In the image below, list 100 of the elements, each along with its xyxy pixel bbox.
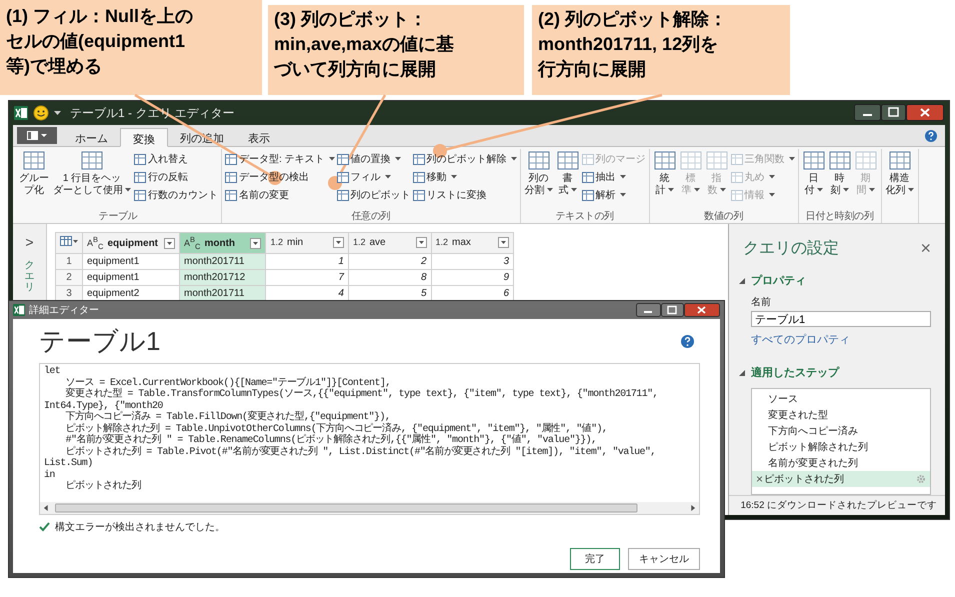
code-editor[interactable] <box>39 363 700 515</box>
grid-icon <box>336 172 349 182</box>
table-cell: 3 <box>431 253 514 270</box>
step-label: ピボット解除された列 <box>767 441 868 454</box>
file-menu-button[interactable] <box>17 127 57 144</box>
table-cell: equipment1 <box>82 253 180 270</box>
ribbon-button[interactable]: 統 計 <box>652 149 677 209</box>
step-item[interactable]: ピボット解除された列 <box>752 439 930 456</box>
ribbon-button[interactable]: 構造 化列 <box>884 149 915 223</box>
caret-icon <box>125 188 131 192</box>
step-item[interactable]: 名前が変更された列 <box>752 455 930 472</box>
ribbon-tab[interactable]: 変換 <box>120 128 168 147</box>
help-icon[interactable] <box>681 334 694 348</box>
grid-icon <box>134 172 146 182</box>
code-line: ピボットされた列 <box>64 481 142 492</box>
table-cell: 9 <box>431 269 514 286</box>
panel-title: クエリの設定 <box>743 238 839 259</box>
code-line: 下方向へコピー済み = Table.FillDown(変更された型,{"equipment"}), <box>64 412 390 423</box>
ribbon-button[interactable]: データ型: テキスト <box>225 151 335 167</box>
ribbon-button[interactable]: 列の 分割 <box>524 149 554 209</box>
expand-button[interactable]: > <box>25 234 34 250</box>
ribbon-button[interactable]: 解析 <box>582 187 646 203</box>
caret-icon <box>768 175 775 179</box>
column-header[interactable]: 1.2 min <box>266 232 348 254</box>
grid-icon <box>412 172 425 182</box>
step-item[interactable]: 変更された型 <box>752 407 930 424</box>
ribbon-button[interactable]: 名前の変更 <box>225 187 335 203</box>
ribbon-button[interactable]: 入れ替え <box>134 151 218 167</box>
ribbon-button[interactable]: 1 行目をヘッ ダーとして使用 <box>52 149 132 209</box>
ribbon-tab[interactable]: 表示 <box>236 128 282 147</box>
step-label: 下方向へコピー済み <box>767 424 858 438</box>
caret-icon <box>546 188 553 192</box>
caret-icon <box>788 157 795 161</box>
ribbon-button[interactable]: 行の反転 <box>134 169 218 185</box>
field-label: 名前 <box>751 296 772 309</box>
step-item[interactable]: ×ピボットされた列 <box>752 471 930 488</box>
grid-icon <box>854 151 877 171</box>
step-label: ソース <box>767 393 798 406</box>
ribbon-button[interactable]: グルー プ化 <box>18 149 50 209</box>
ribbon-button[interactable]: 列のピボット <box>336 187 411 203</box>
column-header[interactable]: A$^{B}$$_{C}$ month <box>180 232 266 254</box>
code-line: in <box>44 470 56 481</box>
caret-icon <box>450 175 457 179</box>
table-icon <box>60 236 78 246</box>
code-line: ピボット解除された列 = Table.UnpivotOtherColumns(下方向へコピー済み, {"equipment", "item"}, "属性", "値"), <box>64 424 608 434</box>
callout-note: (1) フィル：Nullを上の セルの値(equipment1 等)で埋める <box>0 0 262 95</box>
step-label: 名前が変更された列 <box>767 456 858 470</box>
caret-icon[interactable] <box>54 110 61 116</box>
window-title: テーブル1 - クエリ エディター <box>70 104 235 122</box>
name-input[interactable]: テーブル1 <box>751 311 931 328</box>
ribbon-button[interactable]: 時 刻 <box>828 149 852 209</box>
help-icon[interactable] <box>925 130 937 142</box>
smiley-icon[interactable] <box>33 105 49 121</box>
table-cell: 8 <box>348 269 431 286</box>
collapse-triangle-icon[interactable] <box>739 278 745 284</box>
window-controls-drawing[interactable] <box>854 104 944 122</box>
horizontal-scrollbar[interactable] <box>40 502 699 514</box>
caret-icon <box>328 157 335 161</box>
step-item[interactable]: 下方向へコピー済み <box>752 423 930 440</box>
column-header[interactable]: A$^{B}$$_{C}$ equipment <box>82 232 180 254</box>
all-properties-link[interactable]: すべてのプロパティ <box>751 332 945 348</box>
dialog-button[interactable]: 完了 <box>570 548 620 570</box>
ribbon-tab[interactable]: ホーム <box>63 128 120 147</box>
section-heading: 適用したステップ <box>751 366 839 380</box>
table-menu-button[interactable] <box>56 232 82 254</box>
ribbon-button[interactable]: 行数のカウント <box>134 187 218 203</box>
dialog-title: 詳細エディター <box>29 304 99 317</box>
ribbon-button[interactable]: 抽出 <box>582 169 646 185</box>
step-item[interactable]: ソース <box>752 391 930 408</box>
ribbon-button[interactable]: 書 式 <box>556 149 580 209</box>
grid-icon <box>582 190 594 200</box>
caret-icon <box>694 188 700 192</box>
window-controls-drawing[interactable] <box>636 302 720 318</box>
spreadsheet-app-icon <box>13 304 25 316</box>
grid-icon <box>336 190 349 200</box>
table-cell: 2 <box>348 253 431 270</box>
grid-icon <box>680 151 702 171</box>
column-header[interactable]: 1.2 max <box>431 232 514 254</box>
grid-icon <box>556 151 579 171</box>
spreadsheet-app-icon <box>14 106 28 120</box>
ribbon-button[interactable]: リストに変換 <box>412 187 517 203</box>
caret-icon <box>620 193 626 197</box>
code-line: ソース = Excel.CurrentWorkbook(){[Name="テーブル1"]}[Content], <box>64 378 392 388</box>
caret-icon <box>842 188 849 192</box>
ribbon-button[interactable]: 日 付 <box>802 149 826 209</box>
dialog-button[interactable]: キャンセル <box>628 548 700 570</box>
step-label: ピボットされた列 <box>764 473 844 486</box>
close-button[interactable]: × <box>920 238 931 259</box>
table-cell: 7 <box>266 269 348 286</box>
ribbon-button[interactable]: 移動 <box>412 169 517 185</box>
queries-pane-label: クエリ <box>24 260 34 293</box>
code-line: ピボットされた列 = Table.Pivot(#"名前が変更された列 ", List.Distinct(#"名前が変更された列 "[item]), "item", "value", List.Sum) <box>44 446 657 470</box>
ribbon-group-label: テーブル <box>98 210 138 223</box>
code-line: let <box>44 366 62 378</box>
collapse-triangle-icon[interactable] <box>739 370 745 376</box>
column-header[interactable]: 1.2 ave <box>348 232 431 254</box>
ribbon-button[interactable]: 値の置換 <box>336 151 411 167</box>
delete-step-button[interactable]: × <box>756 472 764 486</box>
caret-icon <box>868 188 875 192</box>
caret-icon <box>908 188 914 192</box>
